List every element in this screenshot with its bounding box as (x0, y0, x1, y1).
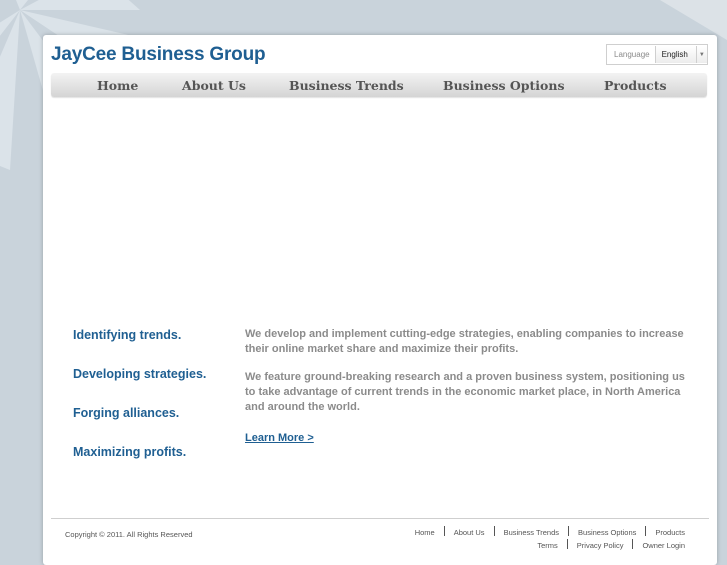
tagline-forging-alliances: Forging alliances. (73, 406, 180, 420)
chevron-down-icon[interactable]: ▼ (695, 46, 707, 63)
footer-link-privacy-policy[interactable]: Privacy Policy (577, 541, 624, 550)
footer-divider (51, 518, 709, 519)
footer-link-terms[interactable]: Terms (537, 541, 557, 550)
footer-link-products[interactable]: Products (655, 528, 685, 537)
tagline-list: Identifying trends. Developing strategie… (73, 328, 206, 484)
nav-business-trends[interactable]: Business Trends (289, 78, 404, 93)
footer-links: Home About Us Business Trends Business Opti… (385, 526, 685, 552)
footer-separator (632, 539, 634, 549)
footer-link-business-trends[interactable]: Business Trends (504, 528, 559, 537)
nav-products[interactable]: Products (604, 78, 667, 93)
footer-link-about-us[interactable]: About Us (454, 528, 485, 537)
nav-home[interactable]: Home (97, 78, 138, 93)
copyright-text: Copyright © 2011. All Rights Reserved (65, 530, 193, 539)
site-logo[interactable]: JayCee Business Group (51, 44, 266, 66)
footer-link-owner-login[interactable]: Owner Login (642, 541, 685, 550)
tagline-identifying-trends: Identifying trends. (73, 328, 182, 342)
nav-about-us[interactable]: About Us (182, 78, 246, 93)
learn-more-link[interactable]: Learn More > (245, 432, 314, 444)
tagline-maximizing-profits: Maximizing profits. (73, 445, 187, 459)
footer-separator (493, 526, 495, 536)
intro-content: We develop and implement cutting-edge st… (245, 327, 690, 446)
intro-paragraph-2: We feature ground-breaking research and … (245, 371, 685, 413)
footer-separator (443, 526, 445, 536)
language-selector[interactable]: Language English ▼ (606, 44, 708, 65)
language-selected-value: English (661, 50, 688, 59)
intro-paragraph-1: We develop and implement cutting-edge st… (245, 328, 684, 355)
footer-separator (645, 526, 647, 536)
tagline-developing-strategies: Developing strategies. (73, 367, 207, 381)
footer-separator (568, 526, 570, 536)
footer-link-business-options[interactable]: Business Options (578, 528, 636, 537)
language-label: Language (614, 50, 650, 59)
nav-business-options[interactable]: Business Options (443, 78, 565, 93)
page-container: JayCee Business Group Language English ▼… (43, 35, 717, 565)
language-dropdown[interactable]: English ▼ (654, 46, 707, 63)
footer-link-home[interactable]: Home (415, 528, 435, 537)
main-nav-bar: Home About Us Business Trends Business O… (51, 73, 707, 97)
footer-separator (566, 539, 568, 549)
